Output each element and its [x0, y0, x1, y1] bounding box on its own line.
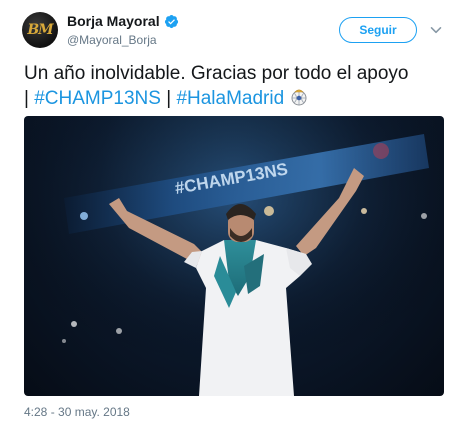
hashtag-halamadrid[interactable]: #HalaMadrid	[176, 88, 284, 109]
tweet-photo[interactable]: #CHAMP13NS	[24, 116, 444, 396]
avatar[interactable]: BM	[22, 12, 58, 48]
tweet-text: Un año inolvidable. Gracias por todo el …	[24, 61, 454, 111]
avatar-logo: BM	[27, 22, 53, 38]
hashtag-champ13ns[interactable]: #CHAMP13NS	[34, 88, 161, 109]
user-handle[interactable]: @Mayoral_Borja	[67, 33, 157, 47]
photo-illustration: #CHAMP13NS	[24, 116, 444, 396]
follow-button[interactable]: Seguir	[339, 17, 417, 43]
real-madrid-ball-icon	[291, 89, 307, 106]
verified-badge-icon	[164, 14, 178, 28]
chevron-down-icon[interactable]	[430, 24, 442, 36]
tweet-text-line-1: Un año inolvidable. Gracias por todo el …	[24, 63, 409, 84]
tweet-timestamp[interactable]: 4:28 - 30 may. 2018	[24, 405, 130, 419]
separator: |	[24, 88, 29, 109]
separator: |	[166, 88, 172, 109]
author-name-row[interactable]: Borja Mayoral	[67, 13, 179, 29]
tweet-text-line-2: | #CHAMP13NS | #HalaMadrid	[24, 86, 454, 111]
tweet-card: BM Borja Mayoral @Mayoral_Borja Seguir U…	[0, 0, 466, 431]
display-name[interactable]: Borja Mayoral	[67, 13, 160, 29]
